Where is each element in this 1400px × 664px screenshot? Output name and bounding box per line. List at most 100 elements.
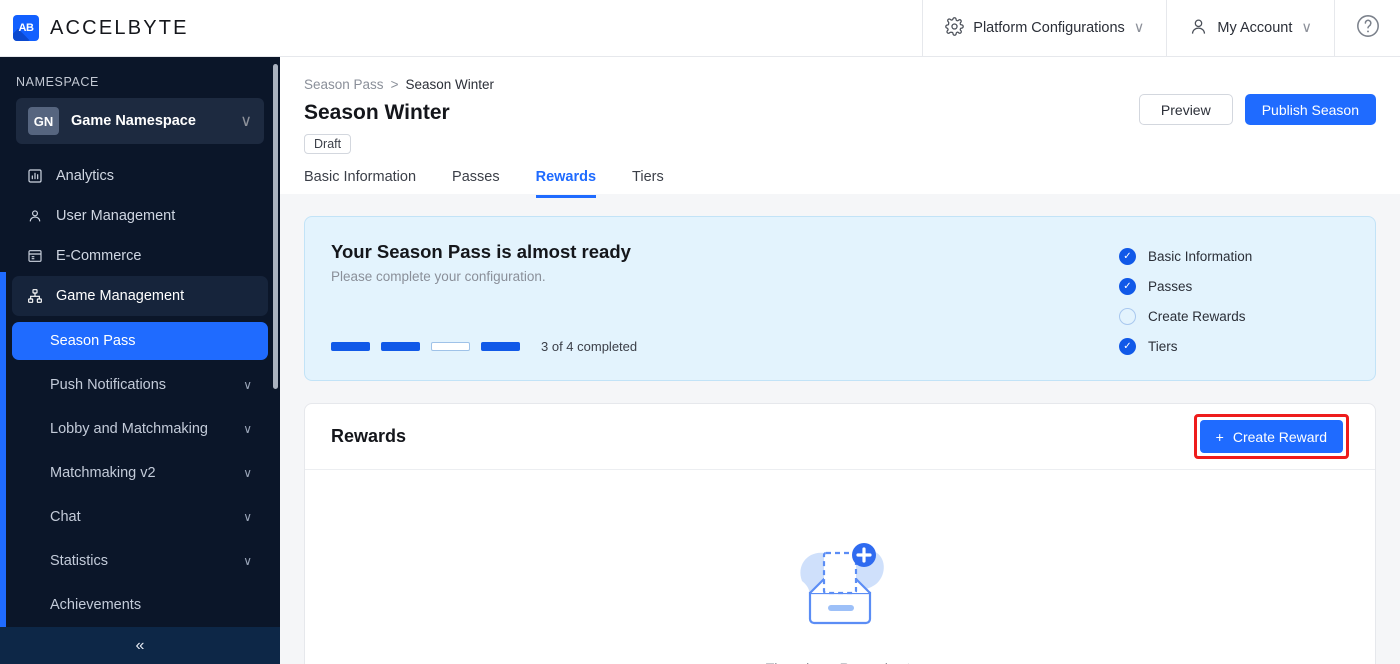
empty-state-text: There is no Reward yet. [766, 660, 915, 664]
sidebar-item-label: E-Commerce [56, 248, 142, 264]
season-pass-progress-banner: Your Season Pass is almost ready Please … [304, 216, 1376, 381]
sidebar-subitem-label: Season Pass [50, 333, 136, 349]
plus-icon: + [1215, 428, 1224, 445]
chart-bar-icon [26, 168, 43, 184]
platform-configurations-menu[interactable]: Platform Configurations ∨ [922, 0, 1166, 57]
sidebar-item-game-management[interactable]: Game Management [12, 276, 268, 316]
user-icon [1189, 17, 1208, 40]
sidebar-subitem-label: Push Notifications [50, 377, 167, 393]
create-reward-highlight: + Create Reward [1193, 414, 1349, 459]
my-account-menu[interactable]: My Account ∨ [1166, 0, 1334, 57]
tab-basic-information[interactable]: Basic Information [304, 169, 416, 198]
chevron-down-icon: ∨ [1301, 20, 1312, 36]
app-root: AB ACCELBYTE Platform Configurations ∨ M… [0, 0, 1400, 664]
sidebar-item-season-pass[interactable]: Season Pass [12, 322, 268, 360]
breadcrumb-separator: > [390, 77, 399, 92]
checklist-item-passes: ✓ Passes [1119, 271, 1349, 301]
logo-mark-text: AB [18, 22, 34, 34]
sidebar-subitem-label: Chat [50, 509, 81, 525]
sidebar-subitem-label: Lobby and Matchmaking [50, 421, 208, 437]
sidebar-item-lobby-and-matchmaking[interactable]: Lobby and Matchmaking ∨ [12, 410, 268, 448]
namespace-section-label: NAMESPACE [16, 75, 99, 89]
namespace-name: Game Namespace [71, 113, 196, 129]
brand-name: ACCELBYTE [50, 16, 189, 39]
chevron-down-icon: ∨ [243, 378, 252, 392]
chevron-down-icon: ∨ [240, 113, 252, 130]
sidebar-collapse-button[interactable]: « [0, 627, 280, 664]
create-reward-button[interactable]: + Create Reward [1199, 420, 1343, 453]
chevron-down-icon: ∨ [243, 466, 252, 480]
main-content: Season Pass > Season Winter Season Winte… [280, 57, 1400, 664]
breadcrumb-item-current: Season Winter [405, 77, 494, 92]
platform-configurations-label: Platform Configurations [973, 20, 1125, 36]
checklist-item-label: Create Rewards [1148, 308, 1246, 324]
store-icon [26, 248, 43, 264]
sidebar-item-statistics[interactable]: Statistics ∨ [12, 542, 268, 580]
sidebar-item-label: User Management [56, 208, 176, 224]
chevron-down-icon: ∨ [1133, 20, 1145, 36]
chevron-double-left-icon: « [135, 636, 145, 654]
chevron-down-icon: ∨ [243, 554, 252, 568]
rewards-empty-state: There is no Reward yet. [305, 470, 1375, 664]
tab-passes[interactable]: Passes [452, 169, 500, 198]
user-icon [26, 208, 43, 224]
rewards-title: Rewards [331, 426, 407, 446]
sidebar-item-user-management[interactable]: User Management [12, 196, 268, 236]
publish-season-button[interactable]: Publish Season [1244, 94, 1376, 125]
rewards-card-header: Rewards + Create Reward [305, 404, 1375, 470]
tab-bar: Basic Information Passes Rewards Tiers [304, 169, 1376, 198]
namespace-avatar: GN [28, 107, 59, 135]
top-bar: AB ACCELBYTE Platform Configurations ∨ M… [0, 0, 1400, 57]
tab-rewards[interactable]: Rewards [535, 169, 597, 198]
header-actions: Preview Publish Season [1138, 94, 1376, 125]
sidebar-item-push-notifications[interactable]: Push Notifications ∨ [12, 366, 268, 404]
help-button[interactable] [1334, 0, 1400, 57]
sidebar-subitem-label: Statistics [50, 553, 109, 569]
gear-icon [945, 16, 965, 40]
checklist-item-label: Basic Information [1148, 248, 1253, 264]
sidebar-item-achievements[interactable]: Achievements [12, 586, 268, 624]
progress-segment-3 [431, 342, 470, 351]
empty-tray-illustration-icon [780, 525, 900, 642]
sidebar-item-label: Game Management [56, 288, 185, 304]
check-circle-icon: ✓ [1119, 337, 1136, 355]
rewards-card: Rewards + Create Reward [304, 403, 1376, 664]
content-area: Your Season Pass is almost ready Please … [280, 194, 1400, 664]
completion-checklist: ✓ Basic Information ✓ Passes Create Rewa… [1119, 241, 1349, 361]
top-bar-right: Platform Configurations ∨ My Account ∨ [922, 0, 1400, 57]
sidebar: NAMESPACE GN Game Namespace ∨ Analytics [0, 57, 280, 664]
progress-text: 3 of 4 completed [541, 339, 638, 354]
breadcrumb-item-season-pass[interactable]: Season Pass [304, 77, 384, 92]
checklist-item-label: Tiers [1148, 338, 1178, 354]
breadcrumb: Season Pass > Season Winter [304, 77, 1376, 92]
sidebar-item-matchmaking-v2[interactable]: Matchmaking v2 ∨ [12, 454, 268, 492]
create-reward-label: Create Reward [1232, 428, 1327, 445]
checklist-item-label: Passes [1148, 278, 1193, 294]
sidebar-item-analytics[interactable]: Analytics [12, 156, 268, 196]
progress-bar: 3 of 4 completed [331, 339, 637, 354]
sidebar-item-chat[interactable]: Chat ∨ [12, 498, 268, 536]
progress-segment-2 [381, 342, 420, 351]
chevron-down-icon: ∨ [243, 422, 252, 436]
sidebar-scrollbar[interactable] [273, 64, 278, 389]
sidebar-scroll-area: NAMESPACE GN Game Namespace ∨ Analytics [0, 57, 280, 664]
check-circle-icon: ✓ [1119, 277, 1136, 295]
preview-button[interactable]: Preview [1138, 94, 1233, 125]
chevron-down-icon: ∨ [243, 510, 252, 524]
sidebar-item-label: Analytics [56, 168, 115, 184]
tab-tiers[interactable]: Tiers [632, 169, 664, 198]
checklist-item-tiers: ✓ Tiers [1119, 331, 1349, 361]
checklist-item-create-rewards: Create Rewards [1119, 301, 1349, 331]
check-circle-icon: ✓ [1119, 247, 1136, 265]
brand-logo-area[interactable]: AB ACCELBYTE [0, 15, 189, 41]
sidebar-subitem-label: Achievements [50, 597, 142, 613]
sidebar-subitem-label: Matchmaking v2 [50, 465, 156, 481]
accelbyte-logo-icon: AB [13, 15, 39, 41]
progress-segment-1 [331, 342, 370, 351]
sidebar-item-e-commerce[interactable]: E-Commerce [12, 236, 268, 276]
namespace-selector[interactable]: GN Game Namespace ∨ [16, 98, 264, 144]
checklist-item-basic-information: ✓ Basic Information [1119, 241, 1349, 271]
progress-segment-4 [481, 342, 520, 351]
status-badge: Draft [304, 134, 352, 154]
sitemap-icon [26, 288, 43, 304]
